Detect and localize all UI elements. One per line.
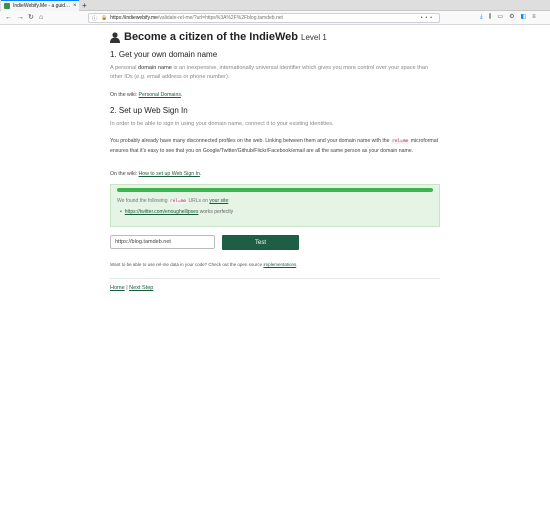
- domain-intro-pre: A personal: [110, 65, 138, 71]
- tab-bar: IndieWebify.Me - a guid… × +: [0, 0, 550, 11]
- list-item: https://twitter.com/enoughellipses works…: [120, 209, 233, 215]
- url-host: https://indiewebify.me: [110, 15, 158, 21]
- sidebar-icon[interactable]: ▭: [497, 14, 503, 21]
- web-sign-in-intro: In order to be able to sign in using you…: [110, 121, 334, 127]
- page-title: Become a citizen of the IndieWeb Level 1: [110, 30, 440, 44]
- menu-icon[interactable]: ≡: [532, 14, 536, 21]
- twitter-profile-link[interactable]: https://twitter.com/enoughellipses: [125, 209, 199, 215]
- wiki-prefix: On the wiki:: [110, 92, 139, 98]
- implementations-note: Want to be able to use rel-me data in yo…: [110, 262, 297, 267]
- progress-bar: [117, 188, 433, 192]
- found-post: :: [228, 198, 230, 204]
- lock-icon: 🔒: [101, 15, 108, 21]
- footnote-pre: Want to be able to use rel-me data in yo…: [110, 262, 264, 267]
- url-text[interactable]: https://indiewebify.me/validate-rel-me/?…: [110, 15, 283, 21]
- wiki-suffix: .: [199, 171, 202, 177]
- your-site-link[interactable]: your site: [209, 198, 228, 204]
- library-icon[interactable]: ⫼: [489, 14, 492, 21]
- rel-me-explanation-pre: You probably already have many disconnec…: [110, 138, 391, 144]
- navigation-bar: ← → ↻ ⌂ ⓘ 🔒 https://indiewebify.me/valid…: [0, 11, 550, 25]
- user-icon: [110, 31, 120, 43]
- url-bar[interactable]: ⓘ 🔒 https://indiewebify.me/validate-rel-…: [88, 13, 440, 23]
- next-step-link[interactable]: Next Step: [129, 285, 153, 291]
- browser-tab[interactable]: IndieWebify.Me - a guid… ×: [1, 0, 79, 11]
- reload-button[interactable]: ↻: [28, 14, 34, 22]
- url-path: /validate-rel-me/?url=https%3A%2F%2Fblog…: [157, 15, 283, 21]
- home-button[interactable]: ⌂: [39, 14, 43, 22]
- wiki-line-domains: On the wiki: Personal Domains.: [110, 91, 440, 101]
- test-button[interactable]: Test: [222, 235, 299, 250]
- section-heading-web-sign-in: 2. Set up Web Sign In: [110, 106, 188, 115]
- back-button[interactable]: ←: [5, 14, 12, 22]
- home-link[interactable]: Home: [110, 285, 125, 291]
- new-tab-button[interactable]: +: [82, 1, 87, 10]
- rel-me-code: rel=me: [390, 139, 410, 144]
- personal-domains-link[interactable]: Personal Domains: [139, 92, 181, 98]
- extension-icon[interactable]: ⚙: [509, 14, 514, 21]
- section-heading-domain: 1. Get your own domain name: [110, 50, 218, 59]
- domain-intro: A personal domain name is an inexpensive…: [110, 64, 440, 82]
- footnote-post: .: [296, 262, 298, 267]
- found-urls-text: We found the following rel=me URLs on yo…: [117, 198, 230, 204]
- favicon-icon: [4, 3, 10, 9]
- result-panel: We found the following rel=me URLs on yo…: [110, 184, 440, 227]
- wiki-suffix: .: [180, 92, 183, 98]
- web-sign-in-link[interactable]: How to set up Web Sign In: [139, 171, 200, 177]
- forward-button[interactable]: →: [17, 14, 24, 22]
- progress-fill: [117, 188, 433, 192]
- link-status: works perfectly: [198, 209, 234, 215]
- footer-nav: Home | Next Step: [110, 285, 153, 291]
- url-input[interactable]: [110, 235, 215, 249]
- page-title-text: Become a citizen of the IndieWeb: [124, 31, 298, 43]
- account-icon[interactable]: ◧: [520, 14, 526, 21]
- close-tab-icon[interactable]: ×: [73, 3, 77, 9]
- level-label: Level 1: [301, 32, 327, 42]
- page-content: Become a citizen of the IndieWeb Level 1…: [110, 30, 440, 291]
- tab-title: IndieWebify.Me - a guid…: [13, 3, 71, 9]
- found-rel-me-code: rel=me: [168, 199, 188, 204]
- found-mid: URLs on: [187, 198, 210, 204]
- rel-me-explanation: You probably already have many disconnec…: [110, 137, 440, 156]
- toolbar-icons: ⤓ ⫼ ▭ ⚙ ◧ ≡: [480, 14, 536, 21]
- info-icon[interactable]: ⓘ: [92, 15, 97, 22]
- divider: [110, 278, 440, 279]
- wiki-line-web-sign-in: On the wiki: How to set up Web Sign In.: [110, 170, 440, 180]
- page-actions-icon[interactable]: •••: [421, 15, 435, 21]
- download-icon[interactable]: ⤓: [480, 14, 483, 21]
- wiki-prefix: On the wiki:: [110, 171, 139, 177]
- domain-name-emphasis: domain name: [138, 65, 172, 71]
- found-pre: We found the following: [117, 198, 169, 204]
- rel-me-results-list: https://twitter.com/enoughellipses works…: [120, 209, 233, 215]
- implementations-link[interactable]: implementations: [263, 262, 296, 267]
